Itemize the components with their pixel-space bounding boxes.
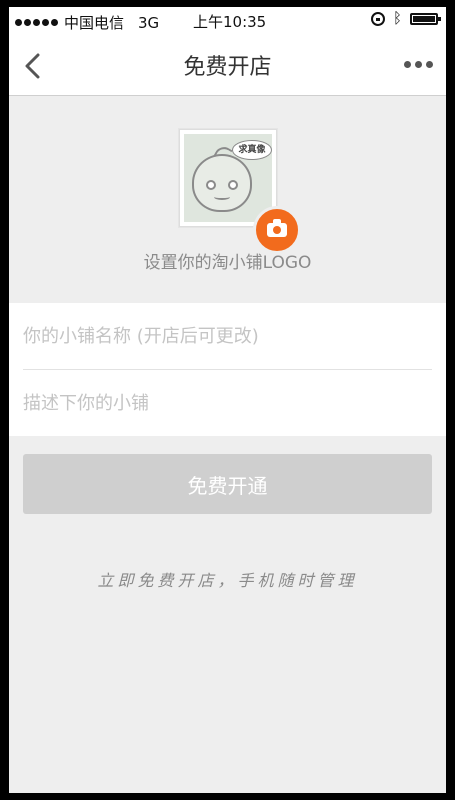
status-right: ᛒ — [370, 9, 441, 27]
footer-slogan: 立即免费开店，手机随时管理 — [97, 571, 358, 590]
camera-button[interactable] — [253, 206, 301, 254]
signal-strength-icon — [15, 19, 58, 26]
status-bar: 中国电信 3G 上午10:35 ᛒ — [9, 7, 446, 35]
camera-icon — [267, 219, 287, 237]
more-horizontal-icon[interactable] — [404, 61, 434, 71]
network-label: 3G — [138, 13, 160, 32]
page-title: 免费开店 — [183, 55, 272, 80]
logo-illustration: 求真像 — [184, 134, 272, 222]
nav-bar: 免费开店 — [9, 35, 446, 96]
shop-form — [9, 303, 446, 436]
speech-bubble: 求真像 — [232, 140, 272, 160]
logo-caption: 设置你的淘小铺LOGO — [143, 253, 312, 273]
shop-name-input[interactable] — [23, 303, 432, 369]
status-time: 上午10:35 — [193, 13, 267, 31]
app-screen: 中国电信 3G 上午10:35 ᛒ 免费开店 求真像 设置你的淘小铺LOGO 你… — [9, 7, 446, 793]
carrier-label: 中国电信 — [64, 14, 125, 32]
status-left: 中国电信 3G — [15, 12, 159, 33]
cartoon-face-icon — [192, 154, 252, 212]
open-shop-button[interactable]: 免费开通 — [23, 454, 432, 514]
rotation-lock-icon — [370, 11, 385, 26]
logo-section: 求真像 设置你的淘小铺LOGO — [9, 96, 446, 302]
bluetooth-icon: ᛒ — [392, 9, 402, 27]
shop-description-input[interactable] — [23, 370, 432, 436]
battery-icon — [410, 12, 441, 25]
